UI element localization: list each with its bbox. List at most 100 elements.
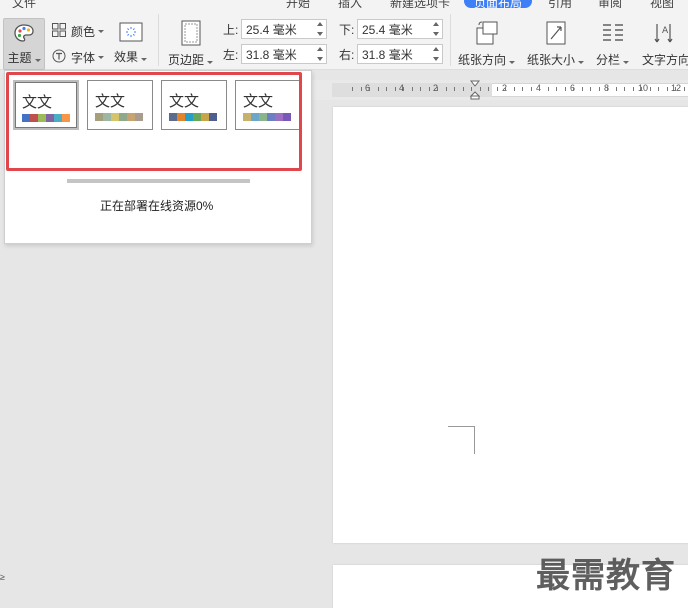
- ruler-number: 12: [671, 83, 682, 93]
- margins-label: 页边距: [168, 53, 205, 67]
- ruler-tick: [641, 87, 642, 91]
- left-margin-input[interactable]: 31.8 毫米: [241, 44, 327, 64]
- ruler-tick: [616, 87, 617, 91]
- ruler-tick: [403, 87, 404, 91]
- ruler-tick: [633, 87, 634, 91]
- left-margin-spinner: 左: 31.8 毫米: [223, 44, 327, 64]
- ruler-tick: [667, 87, 668, 91]
- tab-insert[interactable]: 插入: [338, 0, 362, 8]
- ruler-tick: [429, 87, 430, 91]
- margins-button[interactable]: 页边距: [168, 20, 214, 68]
- top-margin-value: 25.4 毫米: [246, 22, 297, 37]
- spin-up-icon[interactable]: [433, 22, 439, 26]
- margin-corner-mark: [448, 426, 475, 454]
- ruler-tick: [505, 87, 506, 91]
- top-margin-input[interactable]: 25.4 毫米: [241, 19, 327, 39]
- columns-button[interactable]: 分栏: [596, 20, 630, 68]
- tab-review[interactable]: 审阅: [598, 0, 622, 8]
- spin-down-icon[interactable]: [317, 32, 323, 36]
- right-margin-value: 31.8 毫米: [362, 47, 413, 62]
- theme-button[interactable]: 主题: [3, 18, 45, 70]
- ruler-tick: [556, 87, 557, 91]
- chevron-down-icon: [623, 61, 630, 64]
- ruler-tick: [650, 87, 651, 91]
- ruler-tick: [590, 87, 591, 91]
- spin-up-icon[interactable]: [317, 22, 323, 26]
- left-margin-value: 31.8 毫米: [246, 47, 297, 62]
- ruler-tick: [361, 87, 362, 91]
- bottom-margin-value: 25.4 毫米: [362, 22, 413, 37]
- ruler-tick: [548, 87, 549, 91]
- ruler-tick: [624, 87, 625, 91]
- ruler-tick: [539, 87, 540, 91]
- spin-down-icon[interactable]: [317, 57, 323, 61]
- separator: [158, 14, 159, 66]
- watermark-text: 最需教育: [536, 557, 676, 595]
- text-direction-icon: A: [654, 20, 678, 49]
- effect-button[interactable]: 效果: [114, 22, 148, 65]
- chevron-down-icon: [34, 59, 41, 62]
- tab-reference[interactable]: 引用: [548, 0, 572, 8]
- spin-up-icon[interactable]: [317, 47, 323, 51]
- indent-marker-icon[interactable]: [469, 80, 481, 103]
- color-label: 颜色: [71, 25, 96, 39]
- right-margin-input[interactable]: 31.8 毫米: [357, 44, 443, 64]
- ruler-tick: [522, 87, 523, 91]
- theme-label: 主题: [7, 51, 32, 65]
- right-margin-key: 右:: [339, 47, 355, 62]
- tab-page-layout[interactable]: 页面布局: [464, 0, 533, 8]
- ruler-tick: [573, 87, 574, 91]
- bottom-margin-input[interactable]: 25.4 毫米: [357, 19, 443, 39]
- ruler-tick: [420, 87, 421, 91]
- spin-down-icon[interactable]: [433, 57, 439, 61]
- page-orientation-icon: [475, 20, 499, 49]
- columns-label: 分栏: [596, 53, 621, 67]
- loading-progress-bar: [67, 179, 250, 183]
- effect-icon: [119, 22, 143, 45]
- ruler-tick: [386, 87, 387, 91]
- ruler-tick: [531, 87, 532, 91]
- color-button[interactable]: 颜色: [52, 23, 105, 40]
- tab-new[interactable]: 新建选项卡: [390, 0, 450, 8]
- ruler-tick: [675, 87, 676, 91]
- left-edge-mark: ≥: [0, 572, 5, 582]
- spin-down-icon[interactable]: [433, 32, 439, 36]
- ruler-tick: [395, 87, 396, 91]
- tab-file[interactable]: 文件: [12, 0, 36, 8]
- ruler-tick: [463, 87, 464, 91]
- left-margin-key: 左:: [223, 47, 239, 62]
- paper-size-label: 纸张大小: [527, 53, 576, 67]
- horizontal-ruler[interactable]: 64224681012: [312, 80, 688, 100]
- page-margin-icon: [181, 20, 201, 49]
- text-direction-button[interactable]: A 文字方向: [642, 20, 688, 68]
- ruler-tick: [658, 87, 659, 91]
- document-page[interactable]: [333, 107, 688, 543]
- top-margin-spinner: 上: 25.4 毫米: [223, 19, 327, 39]
- chevron-down-icon: [578, 61, 585, 64]
- tab-start[interactable]: 开始: [286, 0, 310, 8]
- ruler-tick: [352, 87, 353, 91]
- tab-view[interactable]: 视图: [650, 0, 674, 8]
- ruler-tick: [488, 87, 489, 91]
- ruler-tick: [454, 87, 455, 91]
- font-label: 字体: [71, 51, 96, 65]
- spin-up-icon[interactable]: [433, 47, 439, 51]
- ruler-tick: [514, 87, 515, 91]
- highlight-box: [6, 72, 302, 171]
- chevron-down-icon: [141, 58, 148, 61]
- columns-icon: [601, 20, 625, 49]
- ruler-tick: [378, 87, 379, 91]
- ruler-tick: [607, 87, 608, 91]
- orientation-button[interactable]: 纸张方向: [458, 20, 516, 68]
- loading-status-text: 正在部署在线资源0%: [100, 199, 214, 213]
- bottom-margin-key: 下:: [339, 22, 355, 37]
- ruler-tick: [437, 87, 438, 91]
- font-icon: [52, 49, 66, 66]
- effect-label: 效果: [114, 50, 139, 64]
- menu-bar: 文件 开始 插入 新建选项卡 页面布局 引用 审阅 视图: [0, 0, 688, 8]
- font-button[interactable]: 字体: [52, 49, 105, 66]
- ruler-tick: [446, 87, 447, 91]
- chevron-down-icon: [98, 30, 105, 33]
- ruler-tick: [480, 87, 481, 91]
- paper-size-button[interactable]: 纸张大小: [527, 20, 585, 68]
